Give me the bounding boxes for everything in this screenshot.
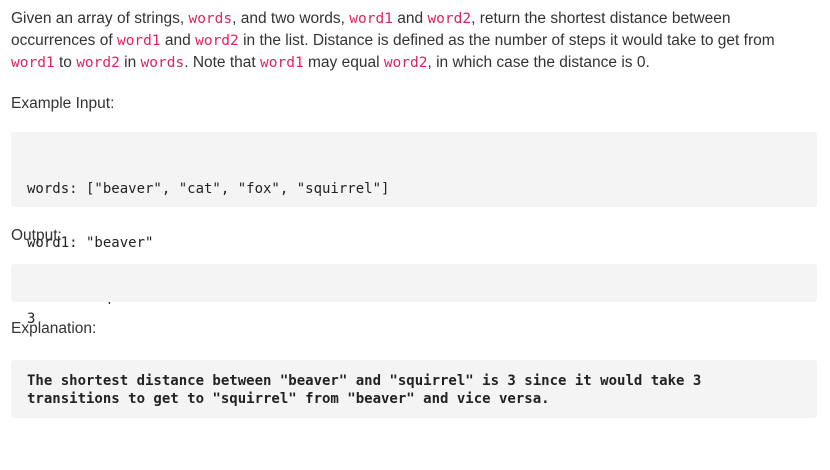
inline-code: words: [188, 11, 233, 27]
inline-code: word2: [383, 55, 428, 71]
statement-text: to: [54, 54, 77, 71]
output-code-block: 3: [11, 264, 817, 327]
problem-statement: Given an array of strings, words, and tw…: [11, 8, 817, 74]
output-value: 3: [27, 311, 36, 327]
example-input-code-block: words: ["beaver", "cat", "fox", "squirre…: [11, 132, 817, 305]
inline-code: word1: [349, 11, 393, 27]
statement-text: may equal: [303, 54, 384, 71]
explanation-code-block: The shortest distance between "beaver" a…: [11, 360, 817, 418]
inline-code: word2: [76, 55, 120, 71]
problem-description: Given an array of strings, words, and tw…: [11, 8, 817, 418]
statement-text: , and two words,: [232, 10, 350, 27]
inline-code: word2: [427, 11, 472, 27]
statement-text: , in which case the distance is 0.: [427, 54, 650, 71]
code-line: word1: "beaver": [27, 235, 154, 251]
inline-code: word1: [11, 55, 55, 71]
inline-code: word1: [260, 55, 304, 71]
code-line: words: ["beaver", "cat", "fox", "squirre…: [27, 181, 390, 197]
statement-text: . Note that: [184, 54, 261, 71]
explanation-text: The shortest distance between "beaver" a…: [27, 373, 702, 407]
statement-text: Given an array of strings,: [11, 10, 189, 27]
output-label: Output:: [11, 227, 62, 244]
statement-text: in: [119, 54, 141, 71]
statement-text: in the list. Distance is defined as the …: [238, 32, 775, 49]
example-input-label: Example Input:: [11, 95, 115, 112]
inline-code: word2: [195, 33, 239, 49]
statement-text: and: [160, 32, 196, 49]
statement-text: and: [392, 10, 428, 27]
explanation-label: Explanation:: [11, 320, 97, 337]
inline-code: words: [140, 55, 185, 71]
inline-code: word1: [116, 33, 161, 49]
